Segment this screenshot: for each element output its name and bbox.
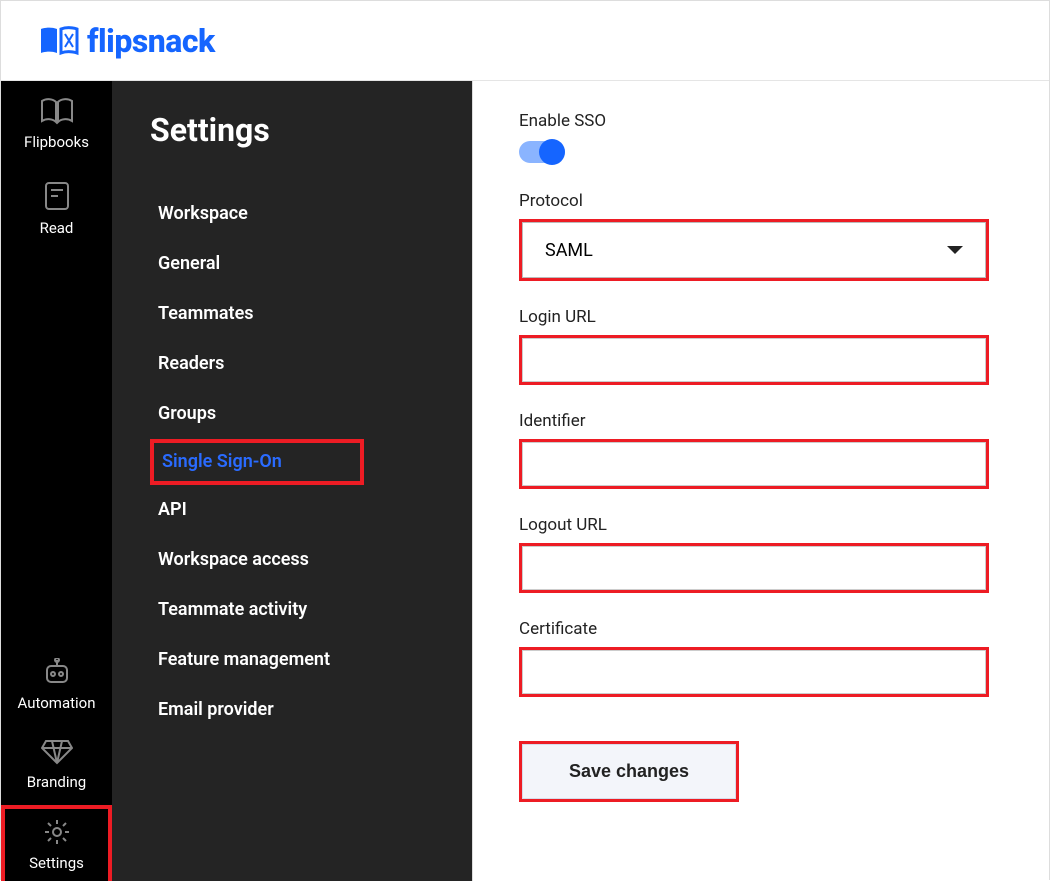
robot-icon: [42, 658, 72, 686]
enable-sso-toggle[interactable]: [519, 141, 565, 163]
subnav-title: Settings: [150, 111, 472, 149]
settings-subnav: Settings Workspace General Teammates Rea…: [112, 81, 472, 881]
left-rail: Flipbooks Read Automation Branding: [1, 81, 112, 881]
protocol-select[interactable]: SAML: [522, 222, 986, 278]
brand-logo[interactable]: flipsnack: [39, 22, 215, 60]
login-url-label: Login URL: [519, 307, 989, 327]
protocol-value: SAML: [545, 240, 593, 261]
app-header: flipsnack: [1, 1, 1049, 81]
logout-url-label: Logout URL: [519, 515, 989, 535]
subnav-item-groups[interactable]: Groups: [150, 389, 224, 439]
certificate-label: Certificate: [519, 619, 989, 639]
book-icon: [39, 25, 79, 57]
protocol-label: Protocol: [519, 191, 989, 211]
brand-name: flipsnack: [87, 22, 215, 60]
login-url-input[interactable]: [522, 338, 986, 382]
subnav-item-sso[interactable]: Single Sign-On: [150, 439, 364, 485]
document-icon: [44, 181, 70, 211]
rail-label: Settings: [29, 854, 84, 872]
rail-item-flipbooks[interactable]: Flipbooks: [1, 81, 112, 166]
save-changes-button[interactable]: Save changes: [522, 744, 736, 799]
subnav-item-workspace[interactable]: Workspace: [150, 189, 256, 239]
subnav-item-general[interactable]: General: [150, 239, 228, 289]
chevron-down-icon: [947, 246, 963, 254]
identifier-input[interactable]: [522, 442, 986, 486]
diamond-icon: [41, 739, 73, 765]
main-panel: Enable SSO Protocol SAML Login URL Id: [472, 81, 1049, 881]
certificate-input[interactable]: [522, 650, 986, 694]
subnav-item-teammates[interactable]: Teammates: [150, 289, 262, 339]
subnav-item-email-provider[interactable]: Email provider: [150, 685, 282, 735]
subnav-item-feature-management[interactable]: Feature management: [150, 635, 338, 685]
rail-label: Read: [40, 219, 74, 237]
rail-label: Automation: [18, 694, 96, 712]
subnav-item-api[interactable]: API: [150, 485, 195, 535]
rail-item-branding[interactable]: Branding: [1, 725, 112, 805]
book-open-icon: [40, 97, 74, 125]
gear-icon: [43, 818, 71, 846]
subnav-item-readers[interactable]: Readers: [150, 339, 232, 389]
subnav-item-teammate-activity[interactable]: Teammate activity: [150, 585, 315, 635]
logout-url-input[interactable]: [522, 546, 986, 590]
rail-label: Branding: [27, 773, 86, 791]
rail-item-read[interactable]: Read: [1, 166, 112, 251]
subnav-item-workspace-access[interactable]: Workspace access: [150, 535, 317, 585]
rail-item-automation[interactable]: Automation: [1, 645, 112, 725]
enable-sso-label: Enable SSO: [519, 111, 989, 131]
rail-item-settings[interactable]: Settings: [1, 805, 112, 881]
identifier-label: Identifier: [519, 411, 989, 431]
rail-label: Flipbooks: [24, 133, 89, 151]
